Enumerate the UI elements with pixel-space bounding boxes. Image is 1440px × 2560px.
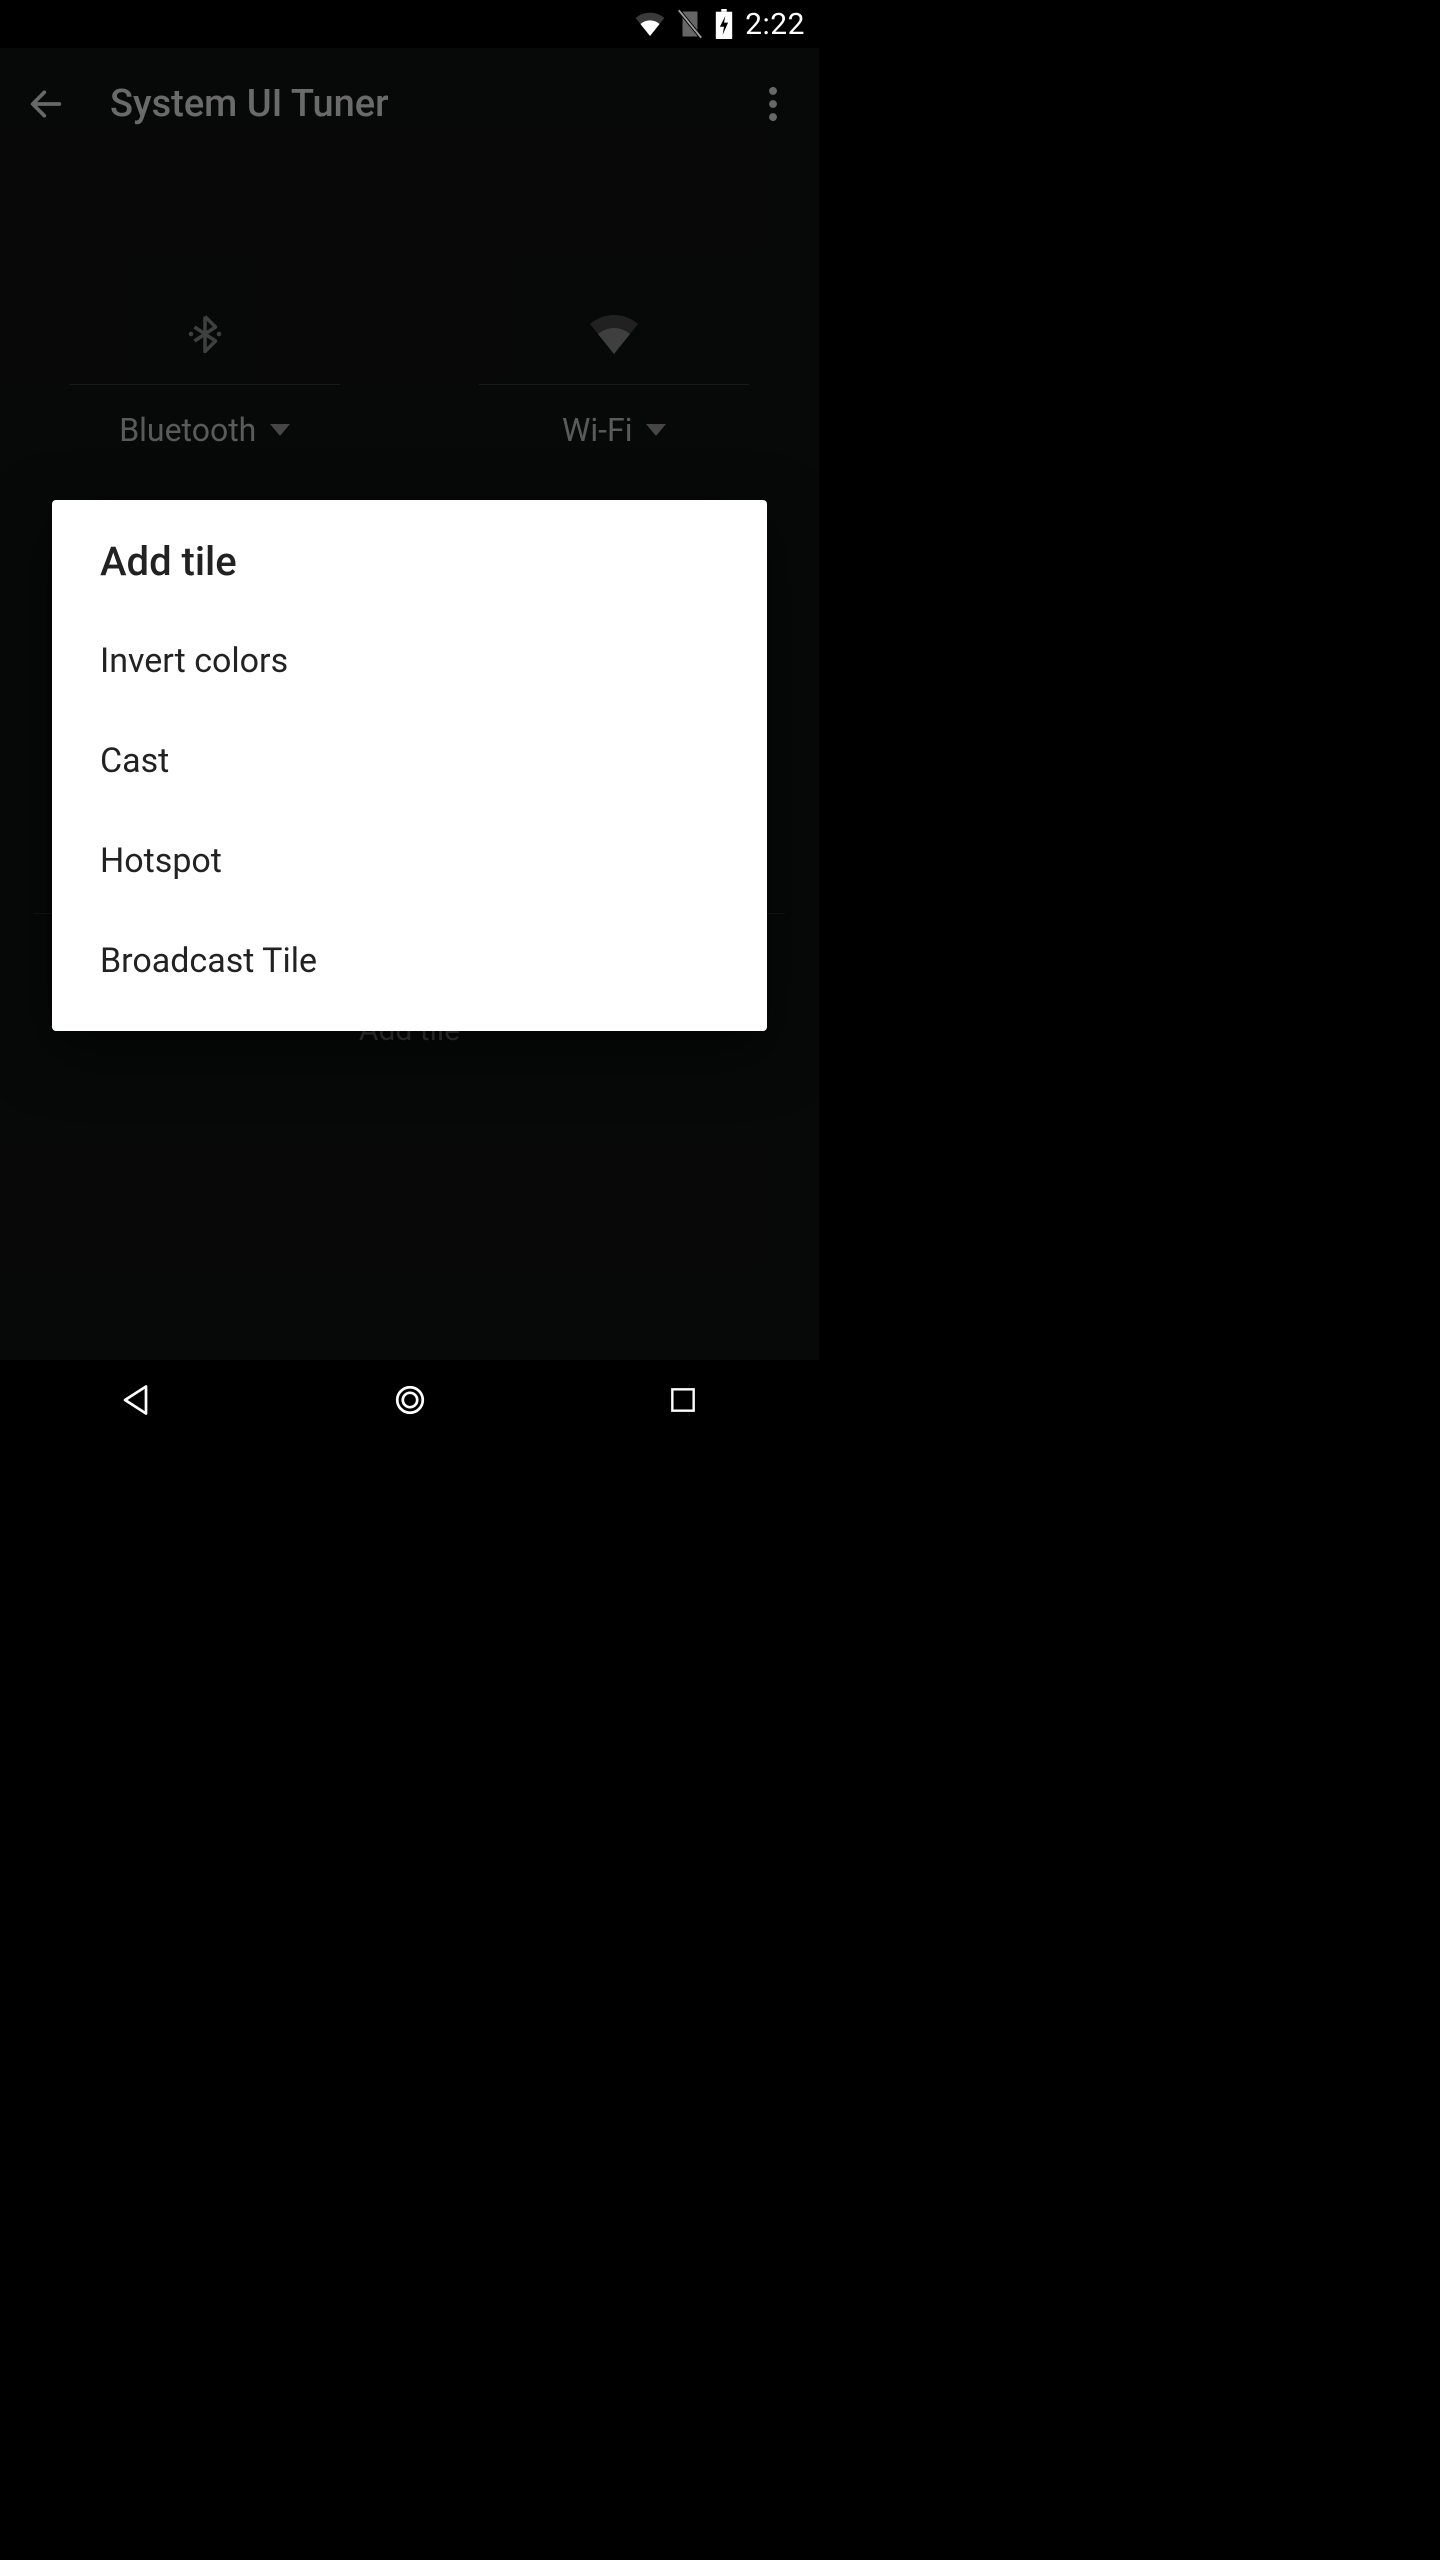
back-button[interactable]	[18, 76, 74, 132]
nav-home-button[interactable]	[350, 1370, 470, 1430]
wifi-tile-icon	[590, 310, 638, 358]
tile-divider	[70, 384, 340, 385]
status-time: 2:22	[745, 7, 805, 42]
dialog-item-hotspot[interactable]: Hotspot	[52, 811, 767, 911]
tile-bluetooth[interactable]: Bluetooth	[0, 310, 410, 449]
tile-label: Wi-Fi	[562, 411, 632, 449]
tile-wifi[interactable]: Wi-Fi	[410, 310, 820, 449]
nav-recents-button[interactable]	[623, 1370, 743, 1430]
tile-label-row[interactable]: Wi-Fi	[562, 411, 666, 449]
tile-label: Bluetooth	[119, 411, 256, 449]
nav-back-button[interactable]	[77, 1370, 197, 1430]
chevron-down-icon	[646, 424, 666, 436]
bluetooth-icon	[181, 310, 229, 358]
tile-divider	[479, 384, 749, 385]
chevron-down-icon	[270, 424, 290, 436]
wifi-icon	[635, 12, 665, 36]
dialog-item-invert-colors[interactable]: Invert colors	[52, 611, 767, 711]
overflow-menu-button[interactable]	[745, 76, 801, 132]
navigation-bar	[0, 1360, 819, 1440]
dialog-item-broadcast-tile[interactable]: Broadcast Tile	[52, 911, 767, 1011]
dialog-title: Add tile	[52, 500, 767, 611]
status-bar: 2:22	[0, 0, 819, 48]
app-bar: System UI Tuner	[0, 48, 819, 160]
page-title: System UI Tuner	[110, 82, 745, 126]
dialog-item-cast[interactable]: Cast	[52, 711, 767, 811]
no-sim-icon	[677, 9, 703, 39]
tile-label-row[interactable]: Bluetooth	[119, 411, 290, 449]
quick-settings-tiles: Bluetooth Wi-Fi	[0, 160, 819, 449]
device-frame: 2:22 System UI Tuner	[0, 0, 819, 1440]
add-tile-dialog: Add tile Invert colors Cast Hotspot Broa…	[52, 500, 767, 1031]
battery-charging-icon	[715, 9, 733, 39]
